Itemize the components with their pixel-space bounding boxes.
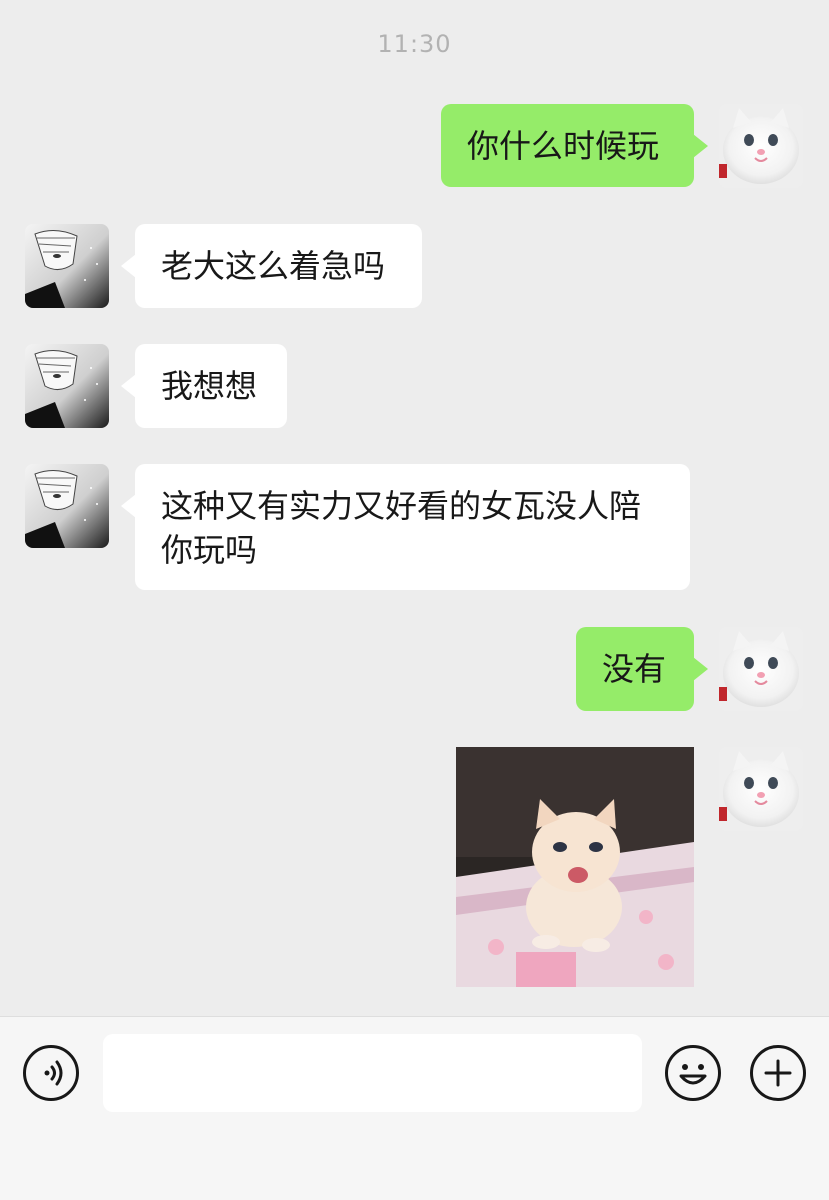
my-avatar[interactable]	[719, 747, 803, 831]
chat-area[interactable]: 11:30 你什么时候玩 老大这么着急吗 我想想 这种又有实力又好看的女瓦没人陪…	[0, 0, 829, 1016]
voice-icon	[44, 1060, 63, 1086]
my-avatar[interactable]	[719, 627, 803, 711]
incoming-message-bubble[interactable]: 老大这么着急吗	[121, 224, 422, 308]
kitten-photo-icon	[456, 747, 694, 987]
message-input[interactable]	[103, 1034, 642, 1112]
plus-icon	[764, 1059, 792, 1087]
manga-avatar-icon	[25, 344, 109, 428]
kitten-avatar-icon	[719, 627, 803, 711]
message-text: 老大这么着急吗	[161, 247, 386, 285]
contact-avatar[interactable]	[25, 344, 109, 428]
message-text: 你什么时候玩	[467, 127, 660, 165]
message-text: 没有	[602, 650, 667, 688]
message-timestamp: 11:30	[377, 30, 452, 58]
outgoing-message-bubble[interactable]: 没有	[576, 627, 708, 711]
voice-button[interactable]	[23, 1045, 79, 1101]
incoming-message-bubble[interactable]: 这种又有实力又好看的女瓦没人陪你玩吗	[121, 464, 690, 590]
emoji-icon	[679, 1064, 707, 1085]
input-bar	[0, 1016, 829, 1200]
incoming-message-bubble[interactable]: 我想想	[121, 344, 287, 428]
emoji-button[interactable]	[665, 1045, 721, 1101]
manga-avatar-icon	[25, 464, 109, 548]
kitten-avatar-icon	[719, 104, 803, 188]
more-button[interactable]	[750, 1045, 806, 1101]
message-text: 我想想	[161, 367, 258, 405]
contact-avatar[interactable]	[25, 464, 109, 548]
kitten-avatar-icon	[719, 747, 803, 831]
message-text: 这种又有实力又好看的女瓦没人陪你玩吗	[161, 487, 642, 569]
contact-avatar[interactable]	[25, 224, 109, 308]
manga-avatar-icon	[25, 224, 109, 308]
my-avatar[interactable]	[719, 104, 803, 188]
image-message[interactable]	[456, 747, 694, 987]
outgoing-message-bubble[interactable]: 你什么时候玩	[441, 104, 708, 187]
